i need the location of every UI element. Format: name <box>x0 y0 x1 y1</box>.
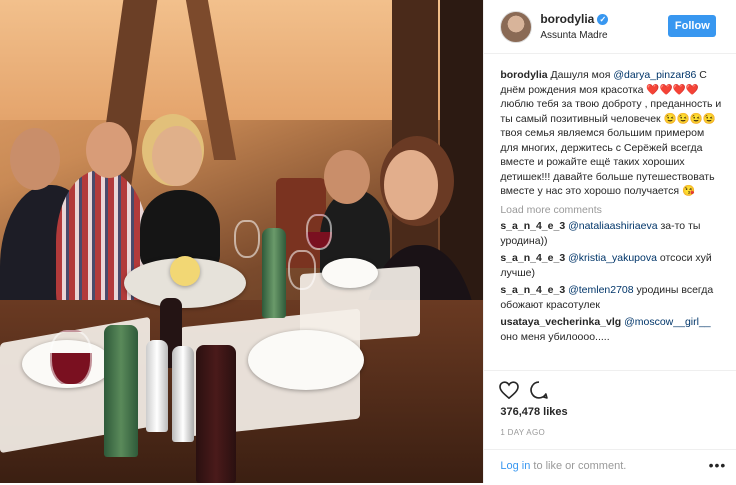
login-rest: to like or comment. <box>530 460 627 472</box>
post-caption: borodylia Дашуля моя @darya_pinzar86 С д… <box>500 68 722 199</box>
post-timestamp: 1 DAY AGO <box>500 428 545 437</box>
person-plaid-head <box>86 122 132 178</box>
photo-wine-glass <box>50 330 92 386</box>
post-header: borodylia ✓ Assunta Madre Follow <box>484 0 736 54</box>
heart-icon[interactable] <box>498 379 520 401</box>
comment-mention[interactable]: @moscow__girl__ <box>624 316 711 328</box>
comment-item: s_a_n_4_e_3 @nataliaashiriaeva за-то ты … <box>500 219 722 248</box>
comment-item: s_a_n_4_e_3 @temlen2708 уродины всегда о… <box>500 283 722 312</box>
post-author: borodylia ✓ <box>540 12 609 26</box>
photo-bottle <box>196 345 236 483</box>
comment-mention[interactable]: @nataliaashiriaeva <box>568 220 657 232</box>
comment-icon[interactable] <box>528 379 550 401</box>
photo-bottle <box>104 325 138 457</box>
person-right-head <box>384 150 438 220</box>
person-blonde-head <box>152 126 202 186</box>
comment-username[interactable]: s_a_n_4_e_3 <box>500 252 565 264</box>
likes-count[interactable]: 376,478 likes <box>500 406 567 418</box>
photo-wine-glass <box>306 214 332 250</box>
verified-badge-icon: ✓ <box>597 14 609 25</box>
login-prompt: Log in to like or comment. ••• <box>484 449 736 485</box>
comment-username[interactable]: s_a_n_4_e_3 <box>500 284 565 296</box>
comments-list: borodylia Дашуля моя @darya_pinzar86 С д… <box>500 68 722 347</box>
person-back-head <box>324 150 370 204</box>
load-more-comments-button[interactable]: Load more comments <box>500 203 722 218</box>
comment-mention[interactable]: @kristia_yakupova <box>568 252 657 264</box>
photo-plate <box>322 258 378 288</box>
caption-username[interactable]: borodylia <box>500 69 547 81</box>
post-photo[interactable] <box>0 0 484 483</box>
comment-username[interactable]: s_a_n_4_e_3 <box>500 220 565 232</box>
photo-shaker <box>172 346 194 442</box>
photo-lemon <box>170 256 200 286</box>
photo-shaker <box>146 340 168 432</box>
photo-wine-glass <box>234 220 260 258</box>
comment-item: usataya_vecherinka_vlg @moscow__girl__ о… <box>500 315 722 344</box>
login-text: Log in to like or comment. <box>500 460 626 472</box>
photo-wine-glass <box>288 250 316 290</box>
avatar[interactable] <box>500 11 533 43</box>
person-plaid <box>56 170 148 320</box>
comment-item: s_a_n_4_e_3 @kristia_yakupova отсоси хуй… <box>500 251 722 280</box>
photo-plate <box>248 330 364 390</box>
post-location[interactable]: Assunta Madre <box>540 30 607 41</box>
caption-text-before: Дашуля моя <box>550 69 614 81</box>
caption-mention[interactable]: @darya_pinzar86 <box>613 69 696 81</box>
photo-bottle <box>262 228 286 318</box>
author-username[interactable]: borodylia <box>540 12 594 26</box>
post-sidebar: borodylia ✓ Assunta Madre Follow borodyli… <box>483 0 736 483</box>
login-link[interactable]: Log in <box>500 460 530 472</box>
post-actions: 376,478 likes 1 DAY AGO Log in to like o… <box>484 370 736 484</box>
comment-mention[interactable]: @temlen2708 <box>568 284 634 296</box>
person-left-head <box>10 128 60 190</box>
more-options-icon[interactable]: ••• <box>709 458 727 472</box>
comment-username[interactable]: usataya_vecherinka_vlg <box>500 316 621 328</box>
follow-button[interactable]: Follow <box>668 15 717 37</box>
comment-text: оно меня убилоооо..... <box>500 330 610 343</box>
instagram-post: borodylia ✓ Assunta Madre Follow borodyli… <box>0 0 736 483</box>
caption-text-after: С днём рождения моя красотка ❤️❤️❤️❤️ лю… <box>500 69 722 197</box>
